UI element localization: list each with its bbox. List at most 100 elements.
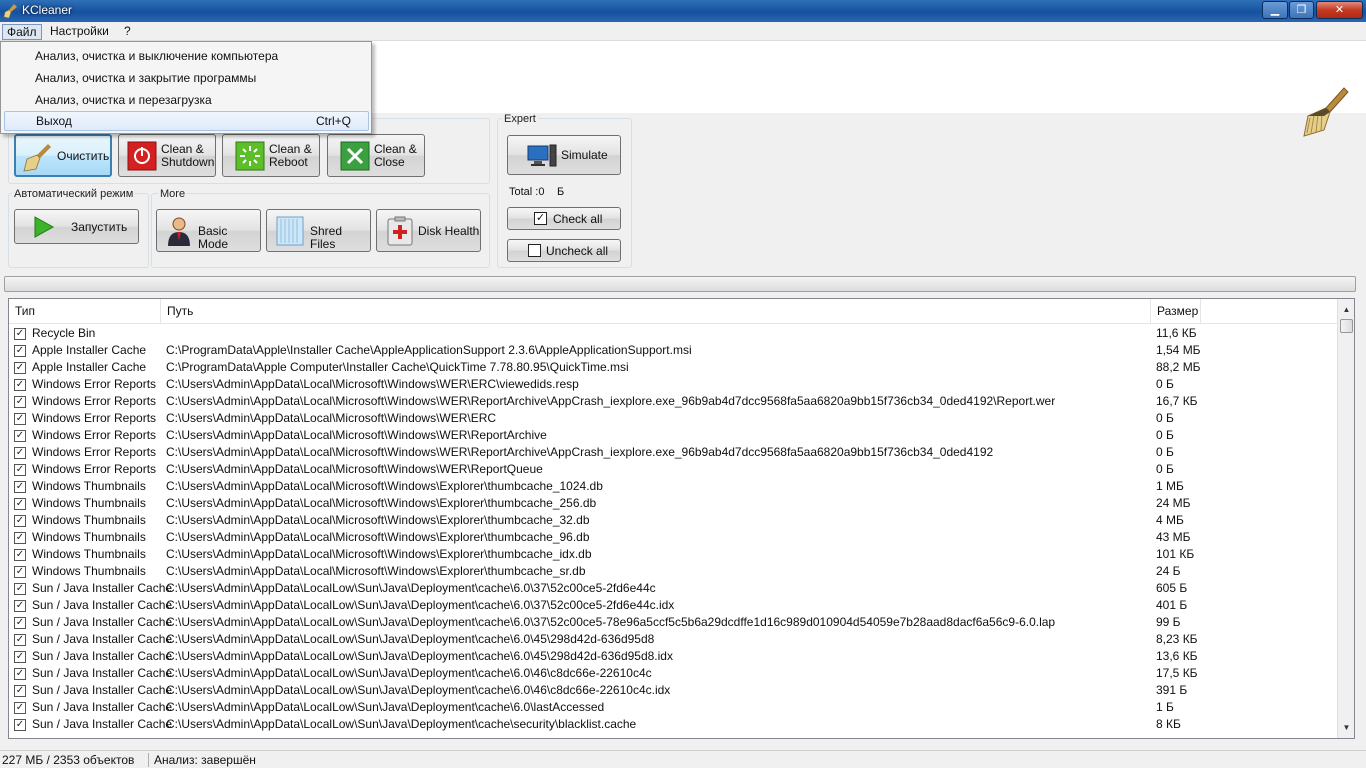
table-row[interactable]: ✓ Windows Thumbnails C:\Users\Admin\AppDat…: [9, 478, 1337, 495]
row-checkbox[interactable]: ✓: [14, 583, 26, 595]
table-row[interactable]: ✓ Sun / Java Installer Cache C:\Users\Admi…: [9, 597, 1337, 614]
disk-health-button[interactable]: Disk Health: [376, 209, 481, 252]
row-size: 4 МБ: [1156, 513, 1184, 527]
row-type: Sun / Java Installer Cache: [32, 717, 173, 731]
row-checkbox[interactable]: ✓: [14, 549, 26, 561]
computer-icon: [527, 144, 557, 167]
row-checkbox[interactable]: ✓: [14, 345, 26, 357]
start-button[interactable]: Запустить: [14, 209, 139, 244]
table-row[interactable]: ✓ Sun / Java Installer Cache C:\Users\Admi…: [9, 682, 1337, 699]
row-checkbox[interactable]: ✓: [14, 464, 26, 476]
row-checkbox[interactable]: ✓: [14, 515, 26, 527]
menu-item-analyze-shutdown[interactable]: Анализ, очистка и выключение компьютера: [4, 46, 369, 66]
start-label: Запустить: [71, 220, 128, 234]
row-type: Apple Installer Cache: [32, 343, 147, 357]
table-row[interactable]: ✓ Sun / Java Installer Cache C:\Users\Admi…: [9, 716, 1337, 733]
maximize-button[interactable]: ❐: [1289, 1, 1314, 19]
menu-file[interactable]: Файл: [2, 24, 42, 40]
table-row[interactable]: ✓ Windows Error Reports C:\Users\Admin\App…: [9, 410, 1337, 427]
uncheck-all-button[interactable]: Uncheck all: [507, 239, 621, 262]
row-checkbox[interactable]: ✓: [14, 566, 26, 578]
row-checkbox[interactable]: ✓: [14, 702, 26, 714]
scrollbar-thumb[interactable]: [1340, 319, 1353, 333]
row-type: Windows Thumbnails: [32, 530, 146, 544]
minimize-icon: ▁: [1270, 4, 1280, 16]
row-checkbox[interactable]: ✓: [14, 685, 26, 697]
table-row[interactable]: ✓ Windows Error Reports C:\Users\Admin\App…: [9, 376, 1337, 393]
table-row[interactable]: ✓ Windows Error Reports C:\Users\Admin\App…: [9, 393, 1337, 410]
table-row[interactable]: ✓ Windows Error Reports C:\Users\Admin\App…: [9, 461, 1337, 478]
clean-close-label: Clean & Close: [374, 142, 417, 169]
row-size: 0 Б: [1156, 377, 1174, 391]
table-row[interactable]: ✓ Windows Thumbnails C:\Users\Admin\AppDat…: [9, 563, 1337, 580]
maximize-icon: ❐: [1296, 4, 1307, 16]
file-menu-dropdown: Анализ, очистка и выключение компьютера …: [0, 41, 372, 134]
total-size-unit: Б: [557, 186, 565, 198]
row-checkbox[interactable]: ✓: [14, 379, 26, 391]
row-checkbox[interactable]: ✓: [14, 413, 26, 425]
table-row[interactable]: ✓ Sun / Java Installer Cache C:\Users\Admi…: [9, 614, 1337, 631]
row-checkbox[interactable]: ✓: [14, 396, 26, 408]
menu-settings[interactable]: Настройки: [46, 24, 113, 40]
table-row[interactable]: ✓ Sun / Java Installer Cache C:\Users\Admi…: [9, 665, 1337, 682]
table-row[interactable]: ✓ Windows Thumbnails C:\Users\Admin\AppDat…: [9, 512, 1337, 529]
row-checkbox[interactable]: ✓: [14, 430, 26, 442]
table-row[interactable]: ✓ Sun / Java Installer Cache C:\Users\Admi…: [9, 580, 1337, 597]
row-path: C:\ProgramData\Apple Computer\Installer …: [166, 360, 629, 374]
menu-item-analyze-reboot[interactable]: Анализ, очистка и перезагрузка: [4, 90, 369, 110]
row-checkbox[interactable]: ✓: [14, 328, 26, 340]
shred-files-button[interactable]: Shred Files: [266, 209, 371, 252]
column-type[interactable]: Тип: [9, 299, 161, 324]
row-path: C:\Users\Admin\AppData\Local\Microsoft\W…: [166, 428, 547, 442]
table-row[interactable]: ✓ Sun / Java Installer Cache C:\Users\Admi…: [9, 699, 1337, 716]
row-checkbox[interactable]: ✓: [14, 668, 26, 680]
column-path[interactable]: Путь: [161, 299, 1151, 324]
table-row[interactable]: ✓ Apple Installer Cache C:\ProgramData\App…: [9, 342, 1337, 359]
menu-item-exit[interactable]: Выход Ctrl+Q: [4, 111, 369, 131]
table-row[interactable]: ✓ Windows Error Reports C:\Users\Admin\App…: [9, 427, 1337, 444]
close-button[interactable]: ✕: [1316, 1, 1363, 19]
simulate-button[interactable]: Simulate: [507, 135, 621, 175]
table-row[interactable]: ✓ Windows Thumbnails C:\Users\Admin\AppDat…: [9, 529, 1337, 546]
row-checkbox[interactable]: ✓: [14, 447, 26, 459]
broom-app-icon: [3, 3, 19, 19]
row-checkbox[interactable]: ✓: [14, 600, 26, 612]
row-checkbox[interactable]: ✓: [14, 634, 26, 646]
table-row[interactable]: ✓ Sun / Java Installer Cache C:\Users\Admi…: [9, 648, 1337, 665]
basic-mode-button[interactable]: Basic Mode: [156, 209, 261, 252]
minimize-button[interactable]: ▁: [1262, 1, 1288, 19]
clean-shutdown-button[interactable]: Clean & Shutdown: [118, 134, 216, 177]
clean-close-button[interactable]: Clean & Close: [327, 134, 425, 177]
status-bar: 227 МБ / 2353 объектов Анализ: завершён: [0, 750, 1366, 768]
clean-reboot-button[interactable]: Clean & Reboot: [222, 134, 320, 177]
row-type: Sun / Java Installer Cache: [32, 683, 173, 697]
row-checkbox[interactable]: ✓: [14, 532, 26, 544]
table-row[interactable]: ✓ Windows Thumbnails C:\Users\Admin\AppDat…: [9, 495, 1337, 512]
table-row[interactable]: ✓ Windows Error Reports C:\Users\Admin\App…: [9, 444, 1337, 461]
row-checkbox[interactable]: ✓: [14, 651, 26, 663]
menu-item-label: Выход: [36, 114, 72, 128]
row-checkbox[interactable]: ✓: [14, 719, 26, 731]
row-checkbox[interactable]: ✓: [14, 362, 26, 374]
menu-help[interactable]: ?: [120, 24, 135, 40]
scroll-down-arrow-icon[interactable]: ▼: [1338, 719, 1354, 736]
scroll-up-arrow-icon[interactable]: ▲: [1338, 301, 1354, 318]
row-type: Apple Installer Cache: [32, 360, 147, 374]
vertical-scrollbar[interactable]: ▲ ▼: [1337, 299, 1354, 738]
row-type: Windows Thumbnails: [32, 479, 146, 493]
row-checkbox[interactable]: ✓: [14, 617, 26, 629]
row-checkbox[interactable]: ✓: [14, 498, 26, 510]
table-row[interactable]: ✓ Sun / Java Installer Cache C:\Users\Admi…: [9, 631, 1337, 648]
check-all-button[interactable]: ✓ Check all: [507, 207, 621, 230]
table-row[interactable]: ✓ Apple Installer Cache C:\ProgramData\App…: [9, 359, 1337, 376]
menu-item-analyze-close[interactable]: Анализ, очистка и закрытие программы: [4, 68, 369, 88]
title-bar: KCleaner ▁ ❐ ✕: [0, 0, 1366, 22]
table-row[interactable]: ✓ Recycle Bin 11,6 КБ: [9, 325, 1337, 342]
table-row[interactable]: ✓ Windows Thumbnails C:\Users\Admin\AppDat…: [9, 546, 1337, 563]
row-checkbox[interactable]: ✓: [14, 481, 26, 493]
row-path: C:\Users\Admin\AppData\Local\Microsoft\W…: [166, 513, 590, 527]
disk-health-icon: [387, 216, 413, 246]
clean-button[interactable]: Очистить: [14, 134, 112, 177]
column-size[interactable]: Размер: [1151, 299, 1201, 324]
shred-files-label: Shred Files: [310, 224, 343, 251]
